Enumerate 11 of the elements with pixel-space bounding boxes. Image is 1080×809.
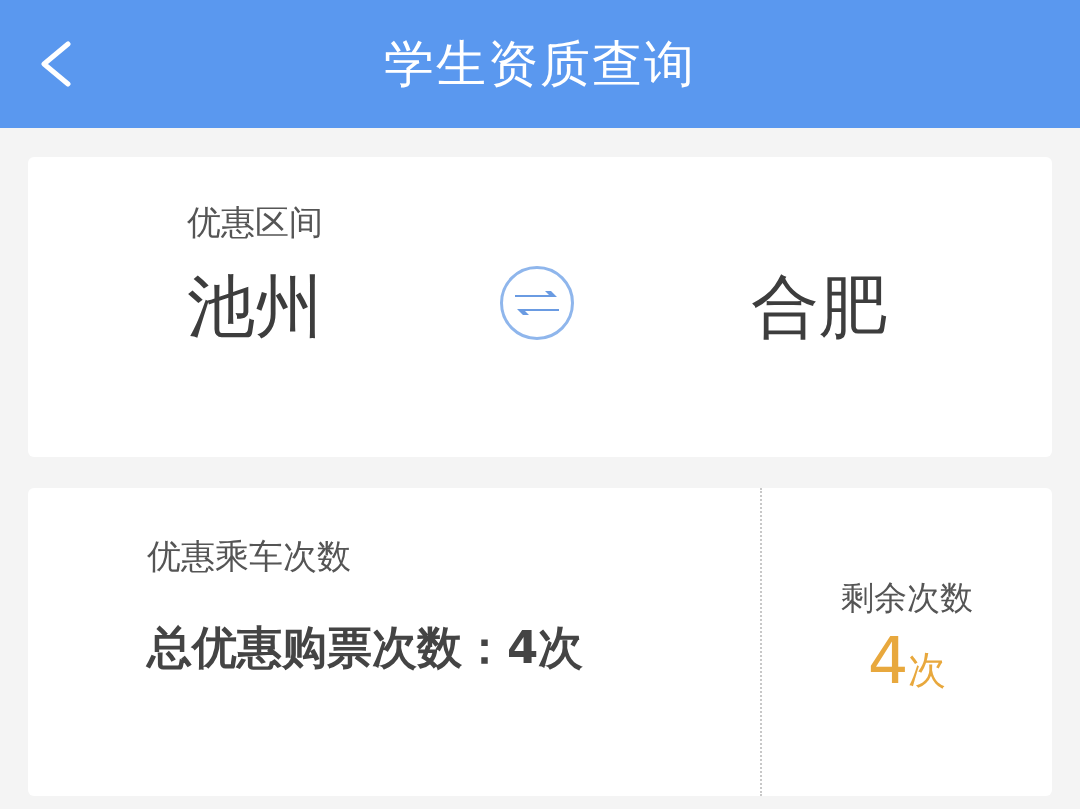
route-label: 优惠区间 [187, 201, 323, 243]
remaining-label: 剩余次数 [841, 576, 973, 619]
swap-icon[interactable] [499, 265, 575, 341]
total-discount-count: 总优惠购票次数：4次 [147, 620, 584, 676]
ride-count-label: 优惠乘车次数 [147, 535, 351, 578]
back-button[interactable] [38, 41, 72, 87]
page-title: 学生资质查询 [384, 34, 696, 94]
destination-station: 合肥 [751, 267, 887, 347]
chevron-left-icon [38, 41, 72, 87]
origin-station: 池州 [187, 267, 324, 347]
remaining-count: 4次 [867, 628, 947, 700]
